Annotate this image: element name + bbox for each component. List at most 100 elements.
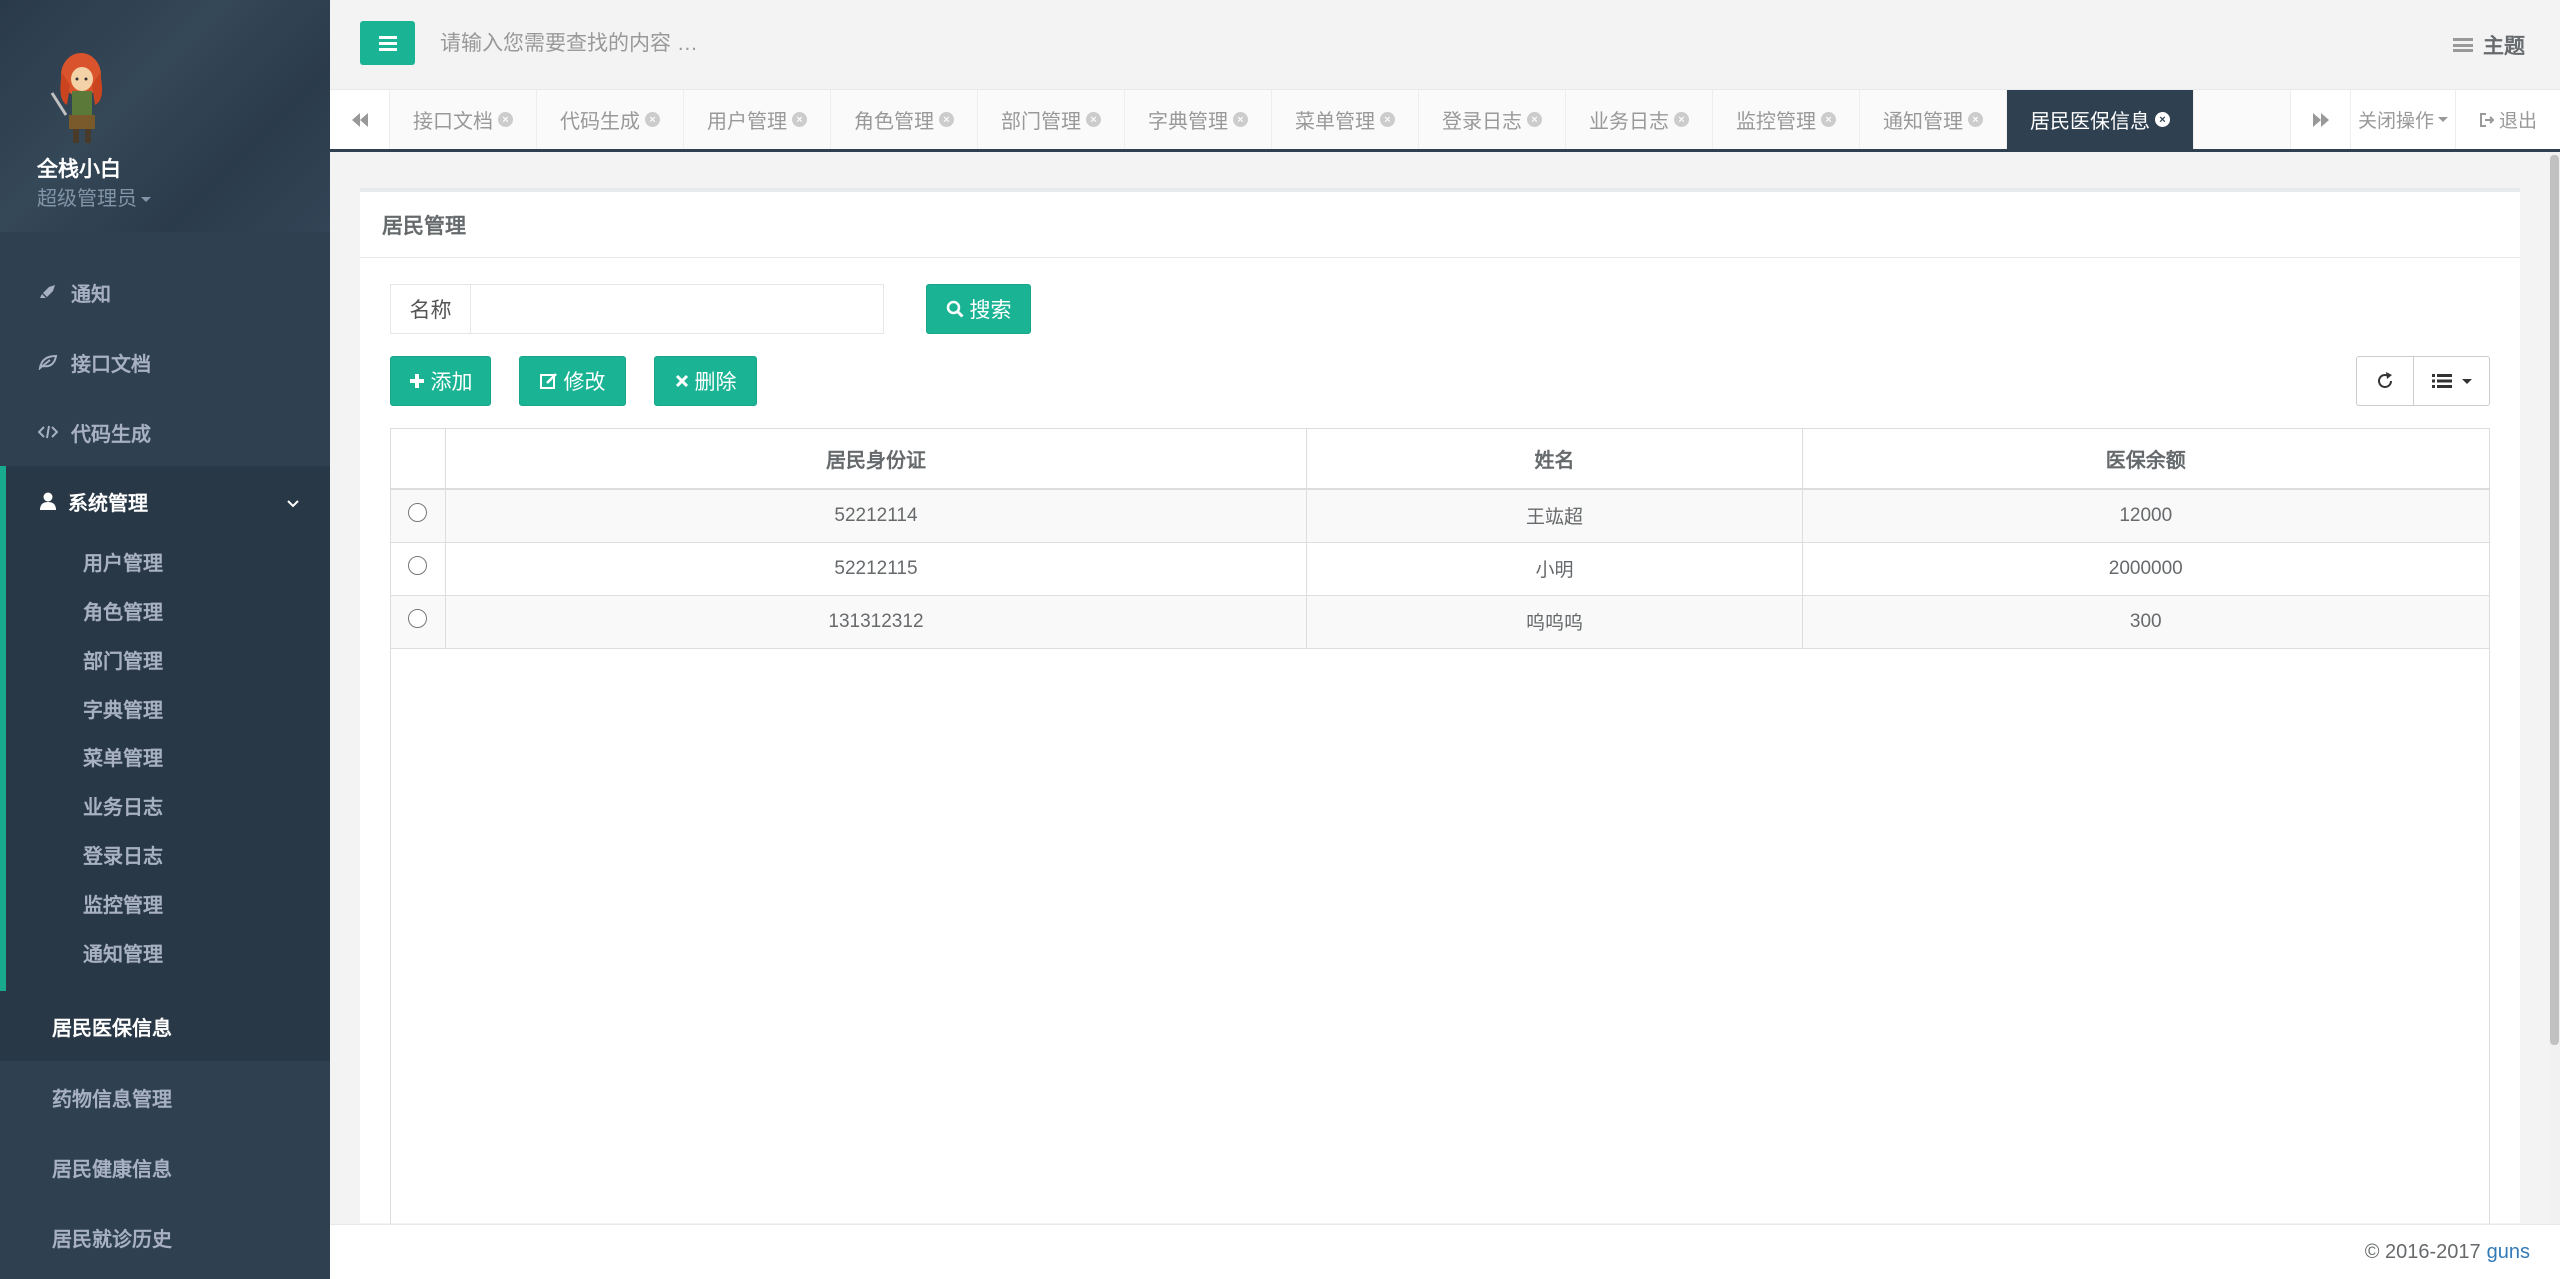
sidebar-item-resident-health[interactable]: 居民健康信息 xyxy=(52,1153,172,1182)
hamburger-icon xyxy=(378,35,397,39)
list-icon xyxy=(2431,374,2452,388)
sidebar-item-label: 通知 xyxy=(71,283,111,306)
tabs-scroll-right-button[interactable] xyxy=(2290,90,2350,149)
double-chevron-left-icon xyxy=(351,112,368,127)
sidebar-subitem-users[interactable]: 用户管理 xyxy=(83,547,163,576)
column-header-balance[interactable]: 医保余额 xyxy=(1801,429,2489,490)
logout-button[interactable]: 退出 xyxy=(2455,90,2560,149)
sidebar-group-system-header[interactable]: 系统管理 xyxy=(0,466,330,536)
tabs-scroll-left-button[interactable] xyxy=(330,90,390,149)
tab-departments[interactable]: 部门管理 × xyxy=(978,90,1125,149)
caret-down-icon xyxy=(141,197,151,203)
row-select-radio[interactable] xyxy=(408,503,428,523)
close-icon[interactable]: × xyxy=(792,112,807,127)
table-row[interactable]: 131312312 呜呜呜 300 xyxy=(391,595,2489,649)
close-icon[interactable]: × xyxy=(939,112,954,127)
close-icon[interactable]: × xyxy=(1968,112,1983,127)
theme-icon xyxy=(2453,38,2473,52)
tab-resident-insurance[interactable]: 居民医保信息 × xyxy=(2007,90,2194,149)
sidebar-subitem-departments[interactable]: 部门管理 xyxy=(83,645,163,674)
close-operations-dropdown[interactable]: 关闭操作 xyxy=(2350,90,2455,149)
caret-down-icon xyxy=(2461,378,2472,384)
column-header-name[interactable]: 姓名 xyxy=(1306,429,1803,490)
close-icon[interactable]: × xyxy=(1527,112,1542,127)
table-header-row: 居民身份证 姓名 医保余额 xyxy=(391,429,2489,490)
sidebar-item-codegen[interactable]: 代码生成 xyxy=(0,397,330,467)
table-row[interactable]: 52212114 王竑超 12000 xyxy=(391,489,2489,543)
name-search-input[interactable] xyxy=(470,284,884,334)
page-scrollbar-thumb[interactable] xyxy=(2550,155,2559,1045)
resident-table: 居民身份证 姓名 医保余额 52212114 王竑超 12000 5221211… xyxy=(390,428,2490,1228)
tab-users[interactable]: 用户管理 × xyxy=(684,90,831,149)
tabs-bar: 接口文档 × 代码生成 × 用户管理 × 角色管理 × 部门管理 × 字典管理 × 菜单管理… xyxy=(330,90,2560,152)
tab-business-log[interactable]: 业务日志 × xyxy=(1566,90,1713,149)
close-icon[interactable]: × xyxy=(1086,112,1101,127)
sidebar-item-notice[interactable]: 通知 xyxy=(0,257,330,327)
close-icon[interactable]: × xyxy=(1380,112,1395,127)
name-search-group: 名称 xyxy=(390,284,884,334)
leaf-icon xyxy=(37,354,59,370)
sidebar-subitem-dictionary[interactable]: 字典管理 xyxy=(83,694,163,723)
sidebar-item-label: 代码生成 xyxy=(71,423,151,446)
sidebar-subitem-business-log[interactable]: 业务日志 xyxy=(83,791,163,820)
cell-name: 王竑超 xyxy=(1306,489,1803,543)
edit-button[interactable]: 修改 xyxy=(519,356,626,406)
tab-menus[interactable]: 菜单管理 × xyxy=(1272,90,1419,149)
avatar[interactable] xyxy=(42,45,120,145)
resident-panel: 居民管理 名称 搜索 添加 修改 删除 居民身份证 姓名 医保余额 522121… xyxy=(360,188,2520,1228)
close-icon[interactable]: × xyxy=(2155,112,2170,127)
cell-name: 小明 xyxy=(1306,542,1803,596)
profile-role-dropdown[interactable]: 超级管理员 xyxy=(37,182,151,211)
profile-role-label: 超级管理员 xyxy=(37,188,137,210)
cell-id-card: 131312312 xyxy=(444,595,1307,649)
tab-list: 接口文档 × 代码生成 × 用户管理 × 角色管理 × 部门管理 × 字典管理 × 菜单管理… xyxy=(390,90,2194,149)
sidebar-subitem-menus[interactable]: 菜单管理 xyxy=(83,742,163,771)
sidebar-item-api-docs[interactable]: 接口文档 xyxy=(0,327,330,397)
tab-codegen[interactable]: 代码生成 × xyxy=(537,90,684,149)
sidebar-subitem-notice-mgmt[interactable]: 通知管理 xyxy=(83,938,163,967)
sidebar-subitem-login-log[interactable]: 登录日志 xyxy=(83,840,163,869)
tab-login-log[interactable]: 登录日志 × xyxy=(1419,90,1566,149)
sidebar-subitem-monitor[interactable]: 监控管理 xyxy=(83,889,163,918)
tab-monitor[interactable]: 监控管理 × xyxy=(1713,90,1860,149)
double-chevron-right-icon xyxy=(2312,112,2329,127)
close-icon[interactable]: × xyxy=(498,112,513,127)
tab-api-docs[interactable]: 接口文档 × xyxy=(390,90,537,149)
tab-dictionary[interactable]: 字典管理 × xyxy=(1125,90,1272,149)
tab-notice-mgmt[interactable]: 通知管理 × xyxy=(1860,90,2007,149)
chevron-down-icon xyxy=(286,492,300,515)
cell-id-card: 52212114 xyxy=(444,489,1307,543)
close-icon[interactable]: × xyxy=(1674,112,1689,127)
refresh-button[interactable] xyxy=(2356,356,2414,406)
table-row[interactable]: 52212115 小明 2000000 xyxy=(391,542,2489,596)
plus-icon xyxy=(409,374,424,388)
tab-roles[interactable]: 角色管理 × xyxy=(831,90,978,149)
row-select-radio[interactable] xyxy=(408,609,428,628)
rocket-icon xyxy=(37,283,59,301)
sign-out-icon xyxy=(2479,112,2495,127)
menu-toggle-button[interactable] xyxy=(360,21,415,65)
row-select-radio[interactable] xyxy=(408,556,428,575)
theme-button[interactable]: 主题 xyxy=(2453,30,2525,60)
column-header-id-card[interactable]: 居民身份证 xyxy=(444,429,1307,490)
sidebar-group-system xyxy=(0,466,330,991)
cell-balance: 12000 xyxy=(1801,489,2489,543)
search-button[interactable]: 搜索 xyxy=(926,284,1031,334)
footer-link[interactable]: guns xyxy=(2487,1241,2530,1264)
close-icon[interactable]: × xyxy=(1821,112,1836,127)
close-icon[interactable]: × xyxy=(645,112,660,127)
sidebar-item-visit-history[interactable]: 居民就诊历史 xyxy=(52,1223,172,1252)
close-icon[interactable]: × xyxy=(1233,112,1248,127)
name-field-label: 名称 xyxy=(390,284,470,334)
times-icon xyxy=(675,374,688,388)
search-icon xyxy=(946,300,964,318)
sidebar-item-drug-info[interactable]: 药物信息管理 xyxy=(52,1083,172,1112)
columns-toggle-button[interactable] xyxy=(2413,356,2490,406)
add-button[interactable]: 添加 xyxy=(390,356,491,406)
footer-copyright: © 2016-2017 xyxy=(2364,1240,2481,1263)
delete-button[interactable]: 删除 xyxy=(654,356,757,406)
sidebar-item-resident-insurance[interactable]: 居民医保信息 xyxy=(0,991,330,1061)
sidebar-subitem-roles[interactable]: 角色管理 xyxy=(83,596,163,625)
global-search-input[interactable] xyxy=(440,24,1140,64)
theme-label: 主题 xyxy=(2483,35,2525,58)
